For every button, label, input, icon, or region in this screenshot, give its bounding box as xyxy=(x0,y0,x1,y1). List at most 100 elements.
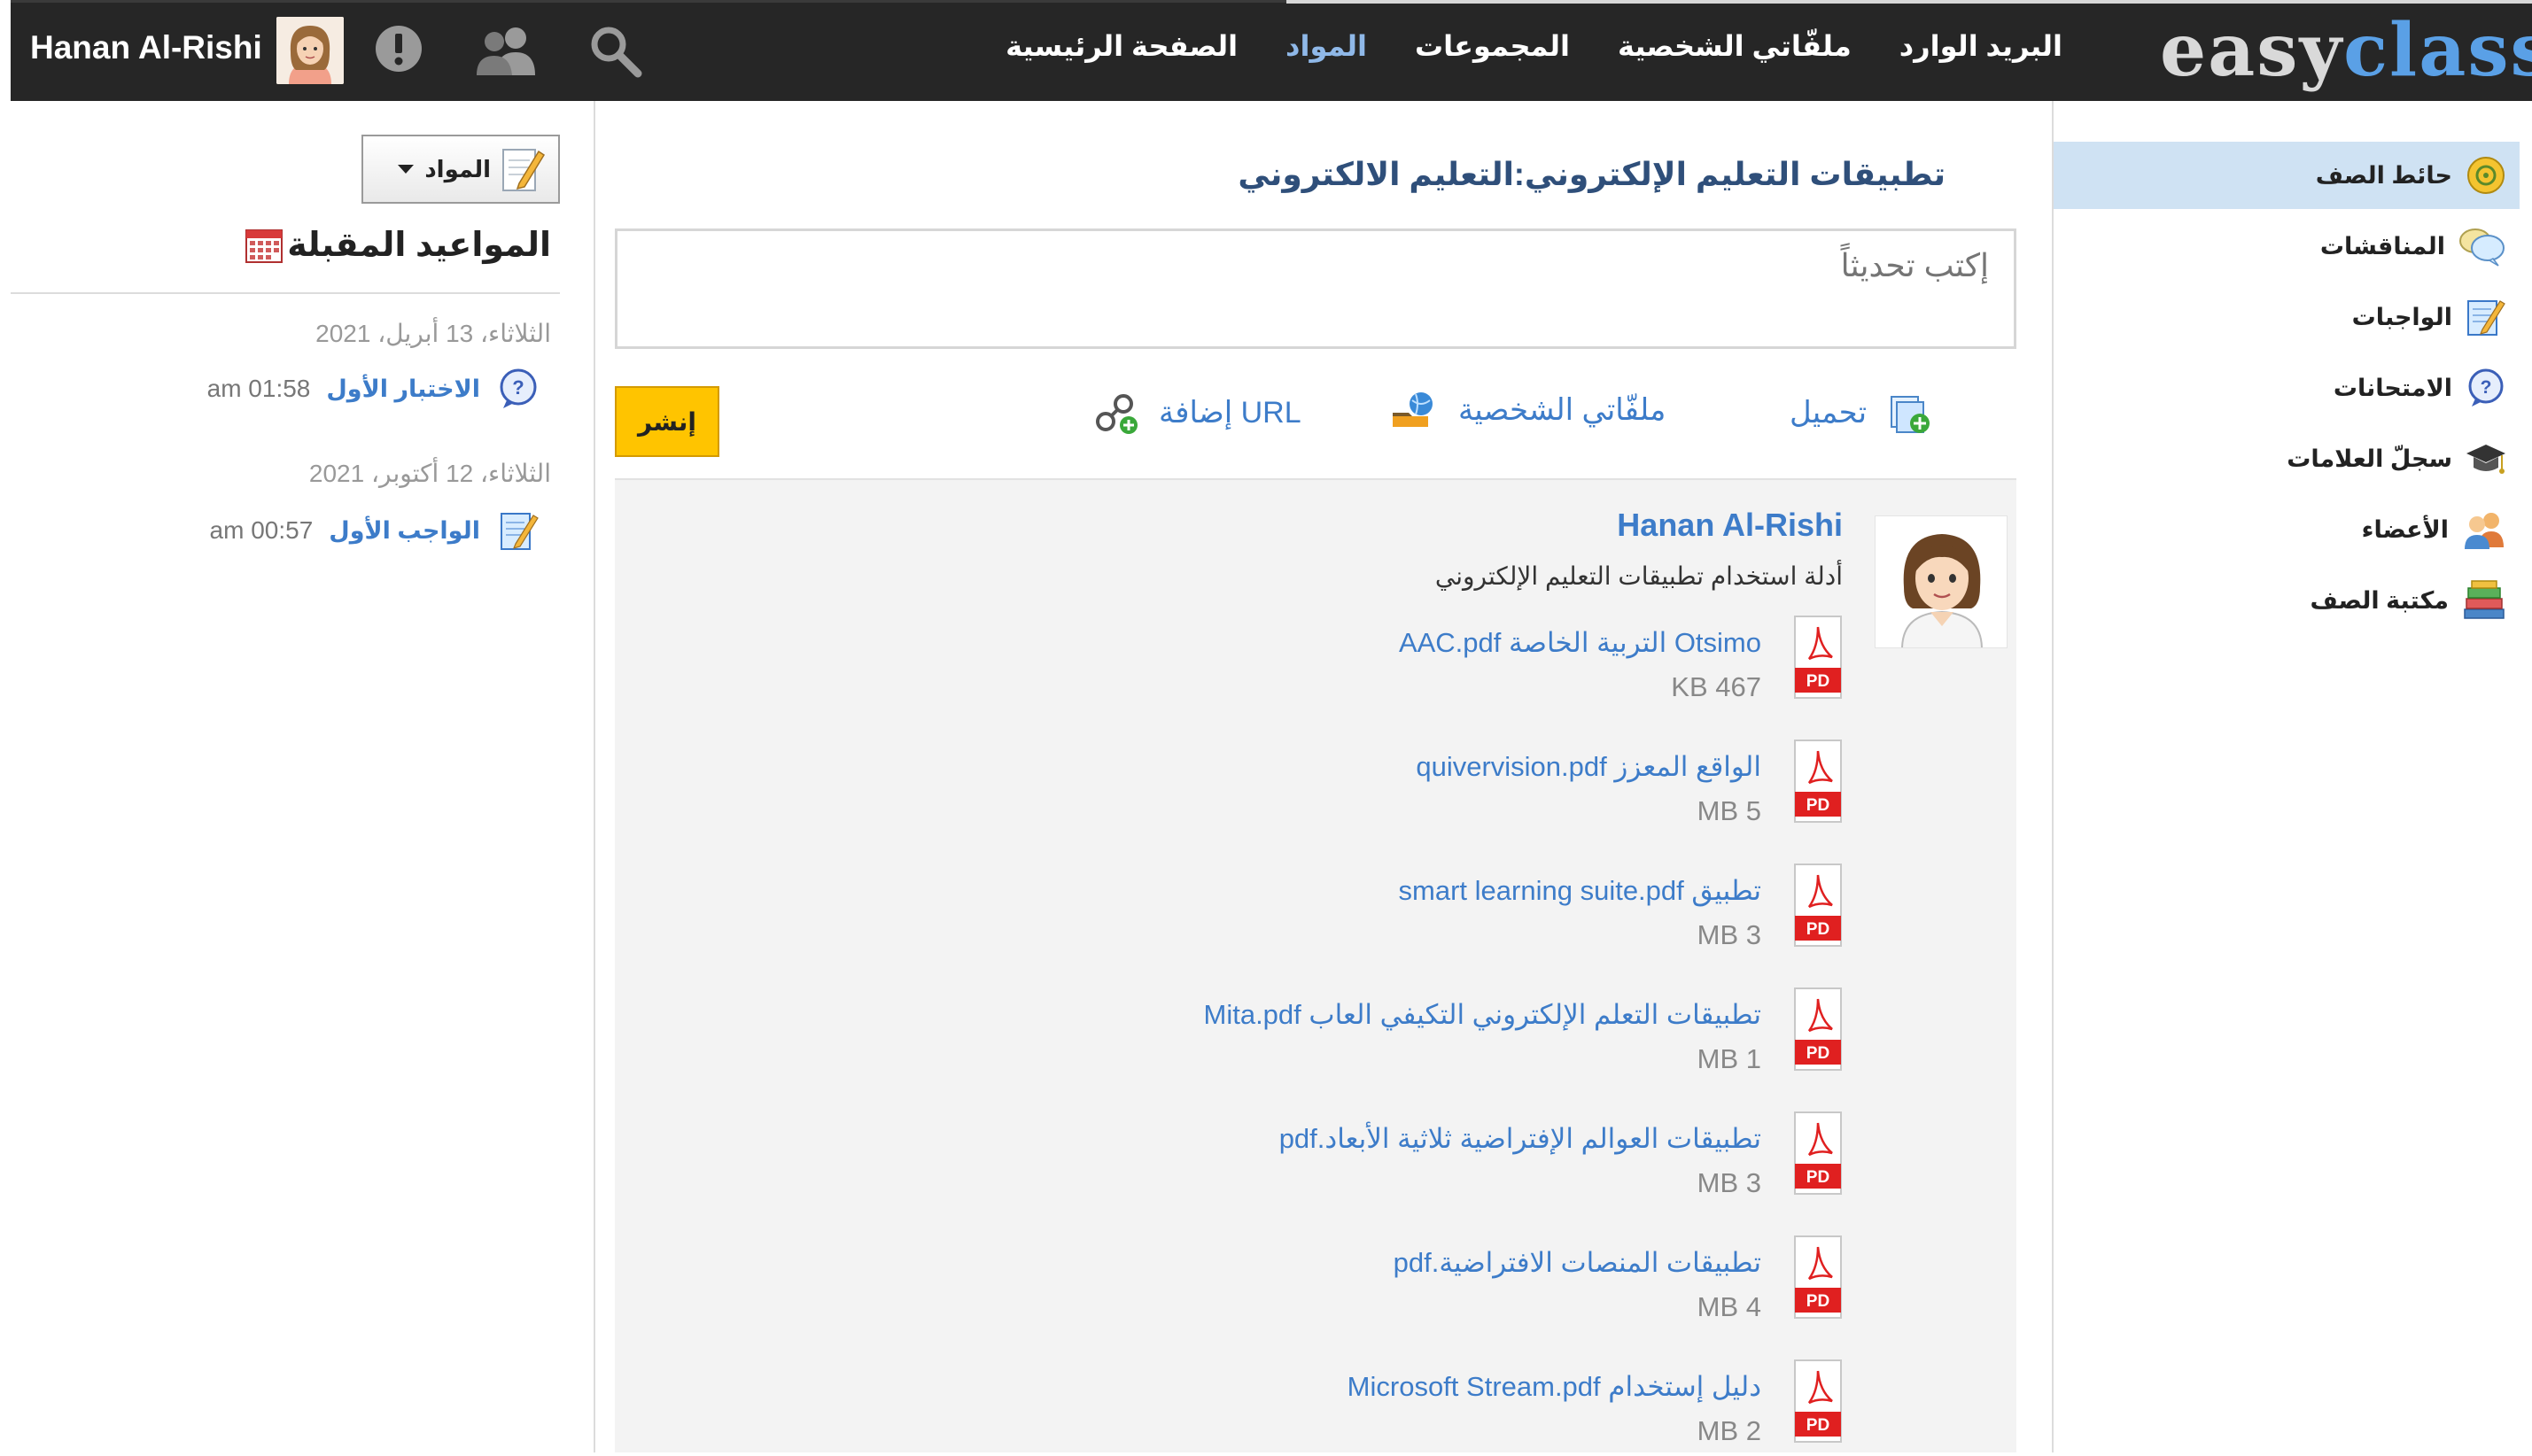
avatar-image xyxy=(1876,516,2007,647)
add-url-button[interactable]: إضافة URL xyxy=(1093,390,1301,436)
file-size: MB 5 xyxy=(1697,795,1761,826)
post-text: أدلة استخدام تطبيقات التعليم الإلكتروني xyxy=(1434,562,1843,590)
attached-file[interactable]: PD الواقع المعزز quivervision.pdf MB 5 xyxy=(1045,739,1843,836)
chevron-down-icon xyxy=(398,165,415,174)
main-nav: الصفحة الرئيسية المواد المجموعات ملفّاتي… xyxy=(1006,29,2062,63)
members-icon xyxy=(2465,513,2504,549)
materials-dropdown[interactable]: المواد xyxy=(361,135,560,204)
sidebar-item-label: المناقشات xyxy=(2319,232,2445,259)
upload-button[interactable]: تحميل xyxy=(1790,390,1932,436)
file-size: KB 467 xyxy=(1671,671,1761,702)
file-name[interactable]: Otsimo التربية الخاصة AAC.pdf xyxy=(1399,627,1761,659)
nav-home[interactable]: الصفحة الرئيسية xyxy=(1006,29,1238,63)
sidebar-item-label: الواجبات xyxy=(2351,303,2452,330)
edit-note-icon xyxy=(502,149,546,191)
post-button[interactable]: إنشر xyxy=(615,386,719,457)
pdf-file-icon[interactable]: PD xyxy=(1793,863,1843,948)
sidebar-item-label: سجلّ العلامات xyxy=(2287,445,2452,472)
file-name[interactable]: الواقع المعزز quivervision.pdf xyxy=(1416,751,1761,783)
nav-inbox[interactable]: البريد الوارد xyxy=(1899,29,2062,63)
quiz-question-icon: ? xyxy=(500,368,537,408)
attached-file[interactable]: PD تطبيقات التعلم الإلكتروني التكيفي الع… xyxy=(1045,987,1843,1084)
upcoming-title-text: المواعيد المقبلة xyxy=(287,227,551,264)
svg-text:PD: PD xyxy=(1806,1416,1829,1435)
exams-icon: ? xyxy=(2468,368,2504,407)
top-navigation-bar: Hanan Al-Rishi الصفحة الرئيسية المواد ال… xyxy=(11,0,2532,101)
sidebar-item-label: مكتبة الصف xyxy=(2310,586,2450,614)
file-name[interactable]: دليل إستخدام Microsoft Stream.pdf xyxy=(1348,1371,1761,1403)
pdf-file-icon[interactable]: PD xyxy=(1793,1111,1843,1196)
people-icon[interactable] xyxy=(470,22,542,81)
attached-file[interactable]: PD Otsimo التربية الخاصة AAC.pdf KB 467 xyxy=(1045,615,1843,712)
file-name[interactable]: تطبيقات التعلم الإلكتروني التكيفي العاب … xyxy=(1204,999,1762,1031)
search-icon[interactable] xyxy=(586,22,645,85)
pdf-file-icon[interactable]: PD xyxy=(1793,987,1843,1072)
sidebar-item-exams[interactable]: الامتحانات ? xyxy=(2054,354,2520,422)
nav-materials[interactable]: المواد xyxy=(1285,29,1367,63)
class-wall-icon xyxy=(2467,157,2505,194)
file-name[interactable]: تطبيقات المنصات الافتراضية.pdf xyxy=(1394,1247,1761,1279)
upcoming-title: المواعيد المقبلة xyxy=(245,225,551,265)
svg-text:PD: PD xyxy=(1806,1168,1829,1187)
sidebar-item-label: الأعضاء xyxy=(2361,515,2449,543)
svg-text:PD: PD xyxy=(1806,672,1829,691)
author-avatar[interactable] xyxy=(1875,515,2008,648)
pdf-file-icon[interactable]: PD xyxy=(1793,739,1843,824)
nav-my-files[interactable]: ملفّاتي الشخصية xyxy=(1618,29,1852,63)
user-avatar[interactable] xyxy=(276,17,344,84)
class-library-icon xyxy=(2464,580,2505,619)
event-title[interactable]: الاختبار الأول xyxy=(326,376,480,403)
my-files-button[interactable]: ملفّاتي الشخصية xyxy=(1389,390,1666,430)
assignment-icon xyxy=(501,513,539,550)
attached-file[interactable]: PD تطبيق smart learning suite.pdf MB 3 xyxy=(1045,863,1843,960)
nav-groups[interactable]: المجموعات xyxy=(1415,29,1570,63)
avatar-image xyxy=(276,17,344,84)
materials-dropdown-label: المواد xyxy=(424,155,491,182)
logo-class: class xyxy=(2343,8,2532,93)
sidebar-item-assignments[interactable]: الواجبات xyxy=(2054,283,2520,351)
sidebar-item-class-wall[interactable]: حائط الصف xyxy=(2054,142,2520,209)
pdf-file-icon[interactable]: PD xyxy=(1793,1235,1843,1320)
event-title[interactable]: الواجب الأول xyxy=(329,517,480,545)
user-name[interactable]: Hanan Al-Rishi xyxy=(30,29,262,66)
attached-file[interactable]: PD تطبيقات العوالم الإفتراضية ثلاثية الأ… xyxy=(1045,1111,1843,1208)
svg-text:PD: PD xyxy=(1806,796,1829,815)
my-files-icon xyxy=(1393,392,1433,427)
update-input[interactable] xyxy=(615,228,2016,349)
event-item[interactable]: am 00:57 الواجب الأول xyxy=(210,508,540,553)
sidebar-item-discussions[interactable]: المناقشات xyxy=(2054,213,2520,280)
event-date: الثلاثاء، 12 أكتوبر، 2021 xyxy=(308,460,551,487)
pdf-file-icon[interactable]: PD xyxy=(1793,615,1843,700)
event-time: am 00:57 xyxy=(209,516,314,544)
easyclass-logo[interactable]: easyclass xyxy=(2160,8,2532,97)
event-date: الثلاثاء، 13 أبريل، 2021 xyxy=(315,320,551,347)
file-name[interactable]: تطبيق smart learning suite.pdf xyxy=(1399,875,1761,907)
sidebar-item-members[interactable]: الأعضاء xyxy=(2054,496,2520,563)
file-size: MB 2 xyxy=(1697,1415,1761,1446)
file-size: MB 3 xyxy=(1697,1167,1761,1198)
svg-text:?: ? xyxy=(2481,377,2492,398)
add-url-label: إضافة URL xyxy=(1159,396,1301,430)
alert-icon[interactable] xyxy=(372,22,425,80)
assignments-icon xyxy=(2467,300,2505,336)
sidebar-item-class-library[interactable]: مكتبة الصف xyxy=(2054,567,2520,634)
upload-label: تحميل xyxy=(1790,396,1868,430)
file-size: MB 4 xyxy=(1697,1291,1761,1322)
file-size: MB 3 xyxy=(1697,919,1761,950)
wall-post: Hanan Al-Rishi أدلة استخدام تطبيقات التع… xyxy=(615,480,2016,1452)
attached-file[interactable]: PD تطبيقات المنصات الافتراضية.pdf MB 4 xyxy=(1045,1235,1843,1332)
svg-text:?: ? xyxy=(512,376,524,399)
left-divider xyxy=(11,292,560,294)
attached-file[interactable]: PD دليل إستخدام Microsoft Stream.pdf MB … xyxy=(1045,1359,1843,1456)
calendar-icon xyxy=(245,228,283,263)
class-sidebar: حائط الصف المناقشات الواجبات الامتحانات xyxy=(2052,101,2532,1452)
my-files-label: ملفّاتي الشخصية xyxy=(1458,393,1666,427)
pdf-file-icon[interactable]: PD xyxy=(1793,1359,1843,1444)
post-author[interactable]: Hanan Al-Rishi xyxy=(1617,507,1843,544)
sidebar-item-label: الامتحانات xyxy=(2333,374,2452,401)
file-name[interactable]: تطبيقات العوالم الإفتراضية ثلاثية الأبعا… xyxy=(1279,1123,1761,1155)
sidebar-item-gradebook[interactable]: سجلّ العلامات xyxy=(2054,425,2520,492)
event-item[interactable]: am 01:58 الاختبار الأول ? xyxy=(207,367,540,411)
event-time: am 01:58 xyxy=(206,375,311,402)
center-column: تطبيقات التعليم الإلكتروني:التعليم الالك… xyxy=(595,101,2052,1452)
